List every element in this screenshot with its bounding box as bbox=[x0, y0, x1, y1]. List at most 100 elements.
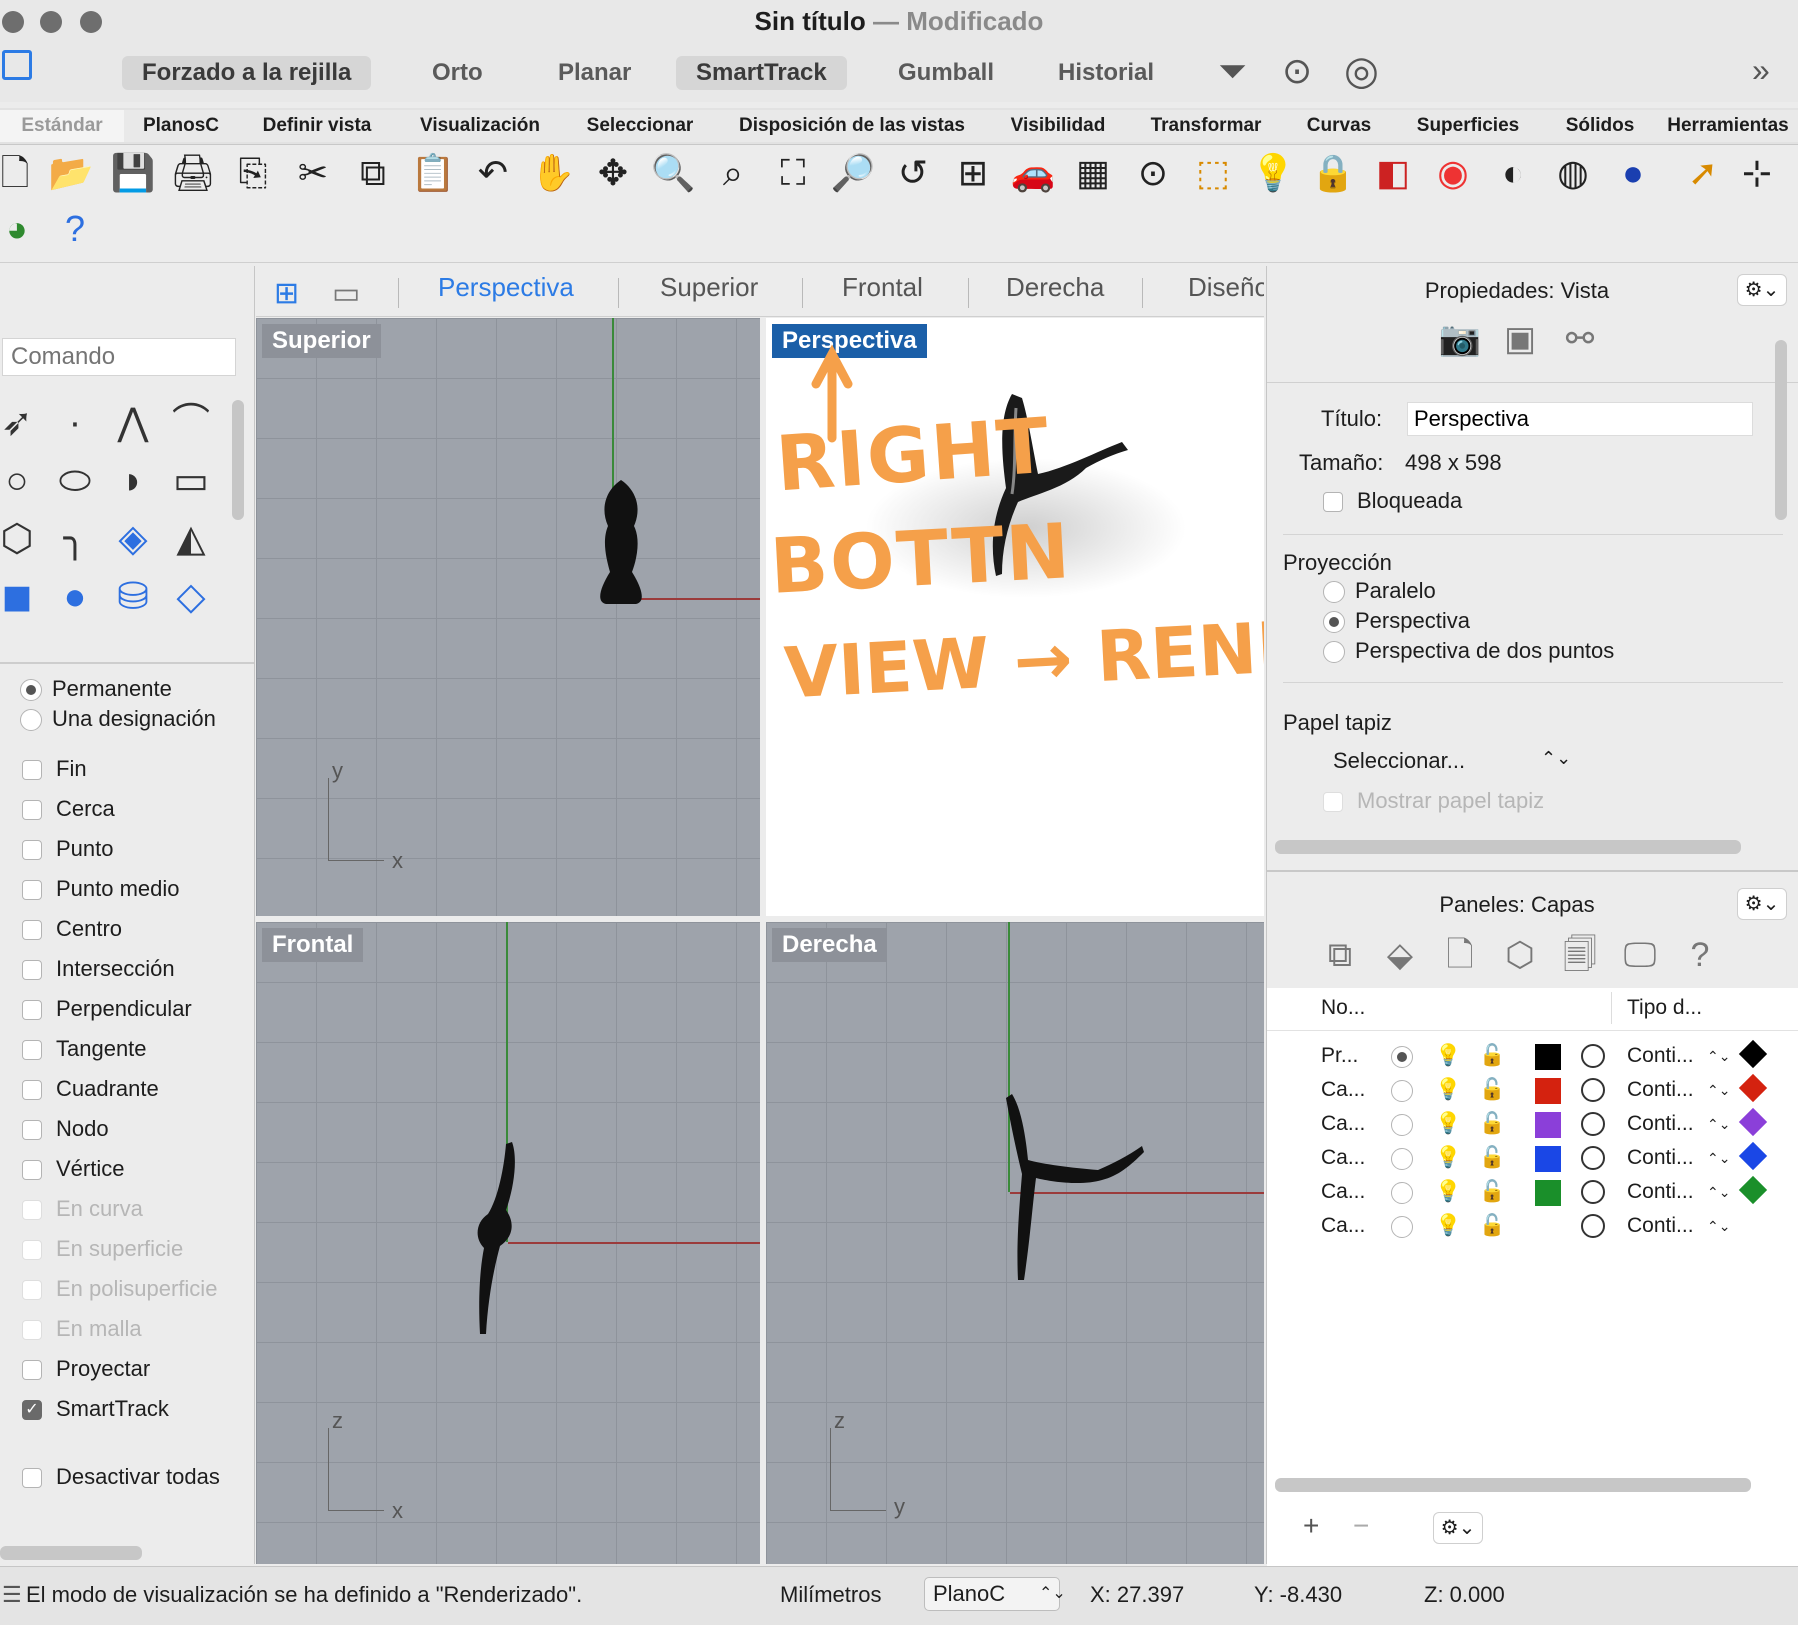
copy-icon[interactable]: ⧉ bbox=[350, 150, 396, 196]
layer-name[interactable]: Ca... bbox=[1321, 1112, 1365, 1136]
checkbox-icon[interactable] bbox=[22, 1080, 42, 1101]
select-objects-icon[interactable]: ⬚ bbox=[1190, 150, 1236, 196]
checkbox-icon[interactable] bbox=[22, 1000, 42, 1021]
tab-superior[interactable]: Superior bbox=[660, 272, 758, 303]
tab-seleccionar[interactable]: Seleccionar bbox=[564, 110, 717, 142]
zoom-window-icon[interactable]: ⌕ bbox=[710, 150, 756, 196]
material-circle-icon[interactable] bbox=[1581, 1146, 1605, 1170]
record-history-icon[interactable]: ⊙ bbox=[1282, 50, 1312, 92]
ortho-toggle[interactable]: Orto bbox=[412, 56, 503, 90]
export-icon[interactable]: ⎘ bbox=[230, 150, 276, 196]
figure-silhouette-front[interactable] bbox=[456, 1138, 536, 1338]
fillet-icon[interactable]: ╮ bbox=[50, 514, 100, 564]
light-bulb-icon[interactable]: 💡 bbox=[1435, 1078, 1461, 1102]
viewport-perspectiva[interactable]: Perspectiva RIGHT BOTTN VIEW → RENDER bbox=[766, 318, 1264, 916]
globe-icon[interactable]: ◕ bbox=[0, 206, 40, 252]
projection-radio[interactable]: Paralelo bbox=[1323, 578, 1436, 604]
linetype-value[interactable]: Conti... bbox=[1627, 1146, 1694, 1170]
material-circle-icon[interactable] bbox=[1581, 1112, 1605, 1136]
layers-options-button[interactable]: ⚙⌄ bbox=[1433, 1512, 1483, 1544]
current-layer-radio[interactable] bbox=[1391, 1148, 1413, 1170]
unlock-icon[interactable]: 🔓 bbox=[1479, 1078, 1505, 1102]
box-icon[interactable]: ◼ bbox=[0, 572, 42, 622]
updown-chevron-icon[interactable]: ⌃⌄ bbox=[1707, 1048, 1730, 1065]
tab-superficies[interactable]: Superficies bbox=[1394, 110, 1543, 142]
layer-color-swatch[interactable] bbox=[1535, 1078, 1561, 1104]
tab-planosc[interactable]: PlanosC bbox=[124, 110, 239, 142]
arc-icon[interactable]: ◗ bbox=[108, 456, 158, 506]
current-layer-radio[interactable] bbox=[1391, 1080, 1413, 1102]
layer-name[interactable]: Ca... bbox=[1321, 1146, 1365, 1170]
layers-h-scrollbar[interactable] bbox=[1275, 1478, 1751, 1492]
layer-color-swatch[interactable] bbox=[1535, 1044, 1561, 1070]
viewport-title-input[interactable] bbox=[1407, 402, 1753, 436]
planar-toggle[interactable]: Planar bbox=[538, 56, 651, 90]
checkbox-icon[interactable] bbox=[22, 1360, 42, 1381]
smarttrack-toggle[interactable]: SmartTrack bbox=[676, 56, 847, 90]
light-bulb-icon[interactable]: 💡 bbox=[1435, 1112, 1461, 1136]
checkbox-icon[interactable] bbox=[22, 960, 42, 981]
layer-color-swatch[interactable] bbox=[1535, 1146, 1561, 1172]
osnap-target-icon[interactable]: ◎ bbox=[1344, 48, 1379, 94]
current-layer-radio[interactable] bbox=[1391, 1046, 1413, 1068]
checkbox-icon[interactable] bbox=[22, 1040, 42, 1061]
radio-icon[interactable] bbox=[20, 679, 42, 702]
tools-scrollbar[interactable] bbox=[232, 400, 244, 520]
viewport-label[interactable]: Frontal bbox=[262, 928, 364, 962]
undo-view-icon[interactable]: ↺ bbox=[890, 150, 936, 196]
osnap-checkbox[interactable]: Proyectar bbox=[22, 1354, 150, 1384]
projection-radio[interactable]: Perspectiva bbox=[1323, 608, 1470, 634]
gumball-toggle[interactable]: Gumball bbox=[878, 56, 1014, 90]
projection-radio[interactable]: Perspectiva de dos puntos bbox=[1323, 638, 1614, 664]
tab-frontal[interactable]: Frontal bbox=[842, 272, 923, 303]
osnap-checkbox[interactable]: Intersección bbox=[22, 954, 175, 984]
osnap-checkbox[interactable]: Vértice bbox=[22, 1154, 124, 1184]
page-icon[interactable]: 🗋 bbox=[1437, 932, 1483, 978]
checkbox-icon[interactable] bbox=[22, 920, 42, 941]
rotate-view-icon[interactable]: ✥ bbox=[590, 150, 636, 196]
tab-solidos[interactable]: Sólidos bbox=[1542, 110, 1659, 142]
radio-icon[interactable] bbox=[1323, 641, 1345, 664]
checkbox-icon[interactable] bbox=[22, 1468, 42, 1489]
light-bulb-icon[interactable]: 💡 bbox=[1435, 1214, 1461, 1238]
layers-icon[interactable]: ◧ bbox=[1370, 150, 1416, 196]
print-color-diamond[interactable] bbox=[1738, 1107, 1768, 1137]
updown-chevron-icon[interactable]: ⌃⌄ bbox=[1707, 1116, 1730, 1133]
horizontal-scrollbar[interactable] bbox=[0, 1546, 142, 1560]
layer-row[interactable]: Ca... 💡 🔓 Conti... ⌃⌄ bbox=[1267, 1107, 1798, 1142]
osnap-checkbox[interactable]: Punto bbox=[22, 834, 114, 864]
osnap-checkbox[interactable]: Punto medio bbox=[22, 874, 180, 904]
zoom-extents-icon[interactable]: ⛶ bbox=[770, 150, 816, 196]
rectangle-icon[interactable]: ▭ bbox=[166, 456, 216, 506]
extrude-icon[interactable]: ◭ bbox=[166, 514, 216, 564]
viewport-superior[interactable]: Superior y x bbox=[256, 318, 760, 916]
checkbox-icon[interactable] bbox=[22, 840, 42, 861]
checkmark-icon[interactable]: ✓ bbox=[22, 1400, 42, 1421]
osnap-permanent-radio[interactable]: Permanente bbox=[20, 674, 172, 704]
layer-name[interactable]: Ca... bbox=[1321, 1214, 1365, 1238]
cut-icon[interactable]: ✂ bbox=[290, 150, 336, 196]
select-arrow-icon[interactable]: ➶ bbox=[0, 398, 42, 448]
unlock-icon[interactable]: 🔓 bbox=[1479, 1044, 1505, 1068]
pan-hand-icon[interactable]: ✋ bbox=[530, 150, 576, 196]
checkbox-icon[interactable] bbox=[1323, 492, 1343, 513]
current-layer-radio[interactable] bbox=[1391, 1216, 1413, 1238]
curve-icon[interactable]: ⌒ bbox=[166, 398, 216, 448]
figure-silhouette-top[interactable] bbox=[566, 478, 676, 608]
layers-stack-icon[interactable]: ⧉ bbox=[1317, 932, 1363, 978]
layer-row[interactable]: Ca... 💡 🔓 Conti... ⌃⌄ bbox=[1267, 1073, 1798, 1108]
layer-material-icon[interactable]: ⬙ bbox=[1377, 932, 1423, 978]
tab-diseno[interactable]: Diseño bbox=[1188, 272, 1264, 303]
osnap-disable-all[interactable]: Desactivar todas bbox=[22, 1462, 220, 1492]
properties-h-scrollbar[interactable] bbox=[1275, 840, 1741, 854]
light-bulb-icon[interactable]: 💡 bbox=[1435, 1044, 1461, 1068]
light-bulb-icon[interactable]: 💡 bbox=[1435, 1146, 1461, 1170]
single-viewport-icon[interactable]: ▭ bbox=[332, 276, 360, 311]
viewport-frame-icon[interactable]: ▣ bbox=[1497, 316, 1543, 362]
material-circle-icon[interactable] bbox=[1581, 1078, 1605, 1102]
cursor-tool-icon[interactable]: ➚ bbox=[1680, 150, 1726, 196]
osnap-checkbox[interactable]: ✓ SmartTrack bbox=[22, 1394, 169, 1424]
column-type[interactable]: Tipo d... bbox=[1627, 996, 1702, 1020]
print-color-diamond[interactable] bbox=[1738, 1141, 1768, 1171]
list-icon[interactable]: ☰ bbox=[2, 1582, 22, 1608]
